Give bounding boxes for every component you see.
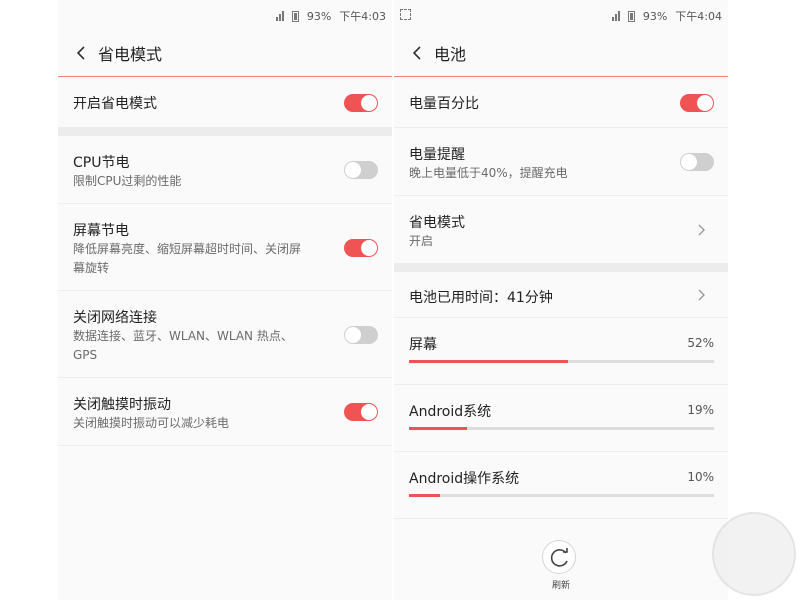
network-off-toggle[interactable] [344,326,378,344]
chevron-right-icon [698,289,705,301]
usage-percent: 19% [687,403,714,417]
usage-bar [409,427,714,430]
network-off-row[interactable]: 关闭网络连接 数据连接、蓝牙、WLAN、WLAN 热点、 GPS [58,291,392,378]
usage-bar [409,360,714,363]
usage-label: Android系统 [409,404,492,420]
toggle-knob [681,154,697,170]
refresh-label: 刷新 [551,581,570,591]
power-saving-toggle[interactable] [344,94,378,112]
watermark-logo [712,512,796,596]
screen-saving-row[interactable]: 屏幕节电 降低屏幕亮度、缩短屏幕超时时间、关闭屏 幕旋转 [58,204,392,291]
section-gap [58,128,392,136]
toggle-knob [345,162,361,178]
refresh-control: 刷新 [542,540,578,592]
toggle-knob [345,327,361,343]
row-label: 关闭网络连接 [73,310,157,326]
status-time: 下午4:04 [675,10,722,23]
power-saving-master-row[interactable]: 开启省电模式 [58,78,392,128]
row-description: 降低屏幕亮度、缩短屏幕超时时间、关闭屏 [73,242,302,256]
usage-percent: 52% [687,336,714,350]
toggle-knob [361,404,377,420]
cpu-saving-row[interactable]: CPU节电 限制CPU过剩的性能 [58,136,392,204]
section-gap [394,264,728,272]
row-label: 电池已用时间：41分钟 [409,290,553,306]
usage-row-android-system[interactable]: Android系统 19% [394,385,728,452]
battery-percent-row[interactable]: 电量百分比 [394,78,728,128]
chevron-left-icon[interactable] [408,43,428,63]
row-label: 电量提醒 [409,147,465,163]
battery-percent-toggle[interactable] [680,94,714,112]
battery-level: 93% [306,9,332,23]
row-description-cont: 幕旋转 [73,261,110,275]
battery-screen: 93% 下午4:04 电池 电量百分比 电量提醒 晚上电量低于40%，提醒充电 … [394,0,728,600]
usage-bar-fill [409,494,440,497]
row-value: 开启 [409,234,434,248]
app-header: 省电模式 [58,30,392,77]
usage-row-android-os[interactable]: Android操作系统 10% [394,452,728,519]
usage-label: Android操作系统 [409,471,520,487]
status-bar: 93% 下午4:04 [394,0,728,30]
row-description: 晚上电量低于40%，提醒充电 [409,166,568,180]
toggle-knob [361,240,377,256]
battery-reminder-row[interactable]: 电量提醒 晚上电量低于40%，提醒充电 [394,128,728,196]
screenshot-icon [400,9,411,20]
row-label: 开启省电模式 [73,96,157,112]
row-label: 电量百分比 [409,96,479,112]
app-header: 电池 [394,30,728,77]
status-time: 下午4:03 [339,10,386,23]
usage-bar [409,494,714,497]
touch-vibration-row[interactable]: 关闭触摸时振动 关闭触摸时振动可以减少耗电 [58,378,392,446]
usage-label: 屏幕 [409,337,437,353]
usage-bar-fill [409,360,568,363]
battery-icon [291,10,299,22]
screen-saving-toggle[interactable] [344,239,378,257]
toggle-knob [697,95,713,111]
row-label: 关闭触摸时振动 [73,397,171,413]
row-label: CPU节电 [73,155,130,171]
battery-level: 93% [642,9,668,23]
page-title: 电池 [434,45,467,64]
usage-row-screen[interactable]: 屏幕 52% [394,318,728,385]
battery-icon [627,10,635,22]
toggle-knob [361,95,377,111]
row-label: 省电模式 [409,215,465,231]
refresh-button[interactable] [542,540,576,574]
usage-bar-fill [409,427,467,430]
row-description: 数据连接、蓝牙、WLAN、WLAN 热点、 [73,329,293,343]
row-description-cont: GPS [73,348,98,362]
battery-usage-time-row[interactable]: 电池已用时间：41分钟 [394,272,728,318]
status-bar: 93% 下午4:03 [58,0,392,30]
battery-reminder-toggle[interactable] [680,153,714,171]
usage-percent: 10% [687,470,714,484]
page-title: 省电模式 [98,45,163,64]
row-label: 屏幕节电 [73,223,129,239]
signal-icon [275,11,284,21]
signal-icon [611,11,620,21]
power-saving-screen: 93% 下午4:03 省电模式 开启省电模式 CPU节电 限制CPU过剩的性能 … [58,0,392,600]
chevron-left-icon[interactable] [72,43,92,63]
power-saving-link-row[interactable]: 省电模式 开启 [394,196,728,264]
row-description: 限制CPU过剩的性能 [73,174,182,188]
touch-vibration-toggle[interactable] [344,403,378,421]
row-description: 关闭触摸时振动可以减少耗电 [73,416,230,430]
refresh-icon [550,548,568,567]
chevron-right-icon [698,224,705,236]
cpu-saving-toggle[interactable] [344,161,378,179]
